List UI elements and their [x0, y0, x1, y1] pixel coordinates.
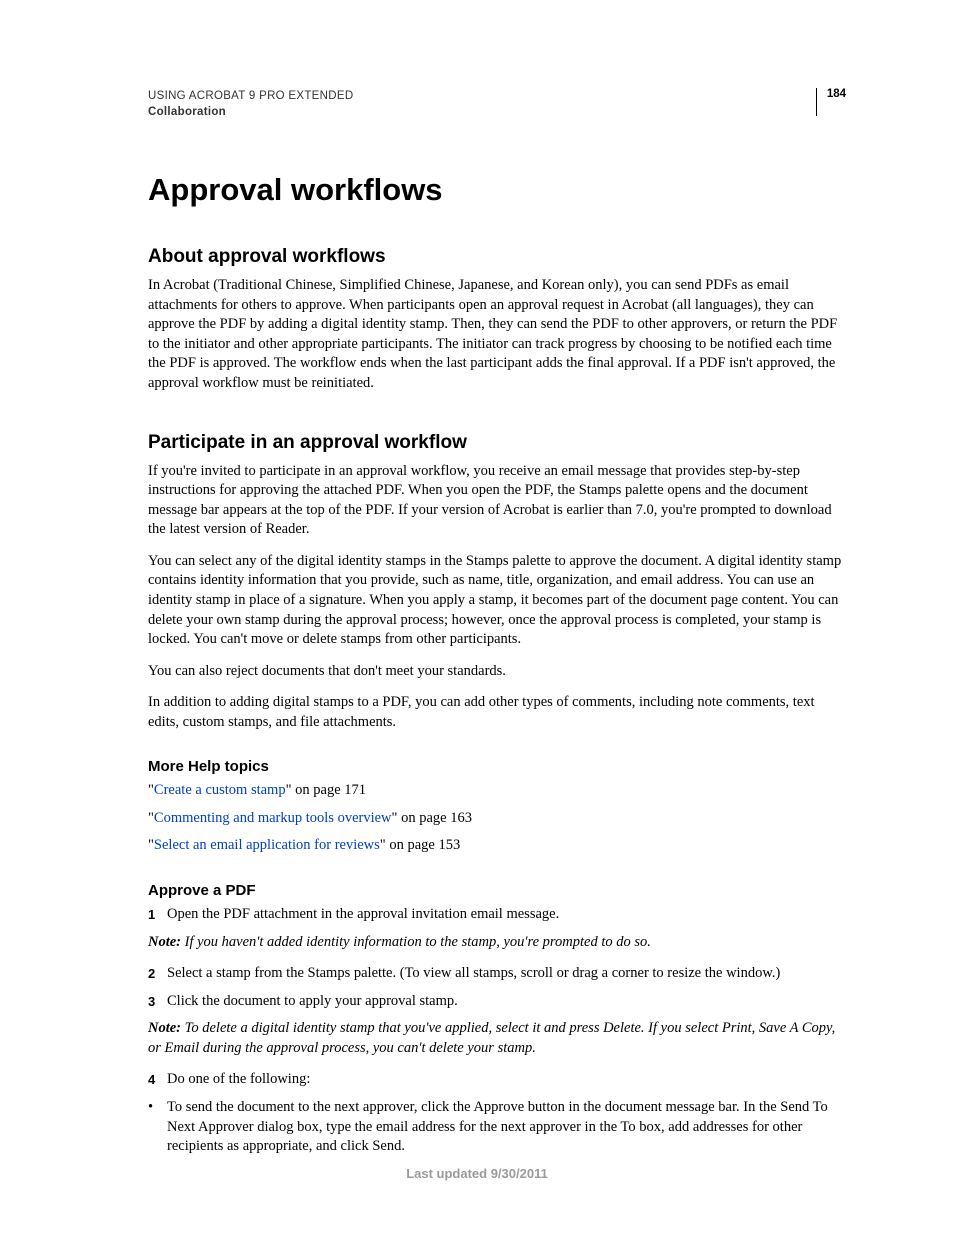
bullet-text: To send the document to the next approve… [167, 1098, 846, 1157]
body-text: In Acrobat (Traditional Chinese, Simplif… [148, 276, 846, 393]
xref-line: "Commenting and markup tools overview" o… [148, 809, 846, 829]
header-left: USING ACROBAT 9 PRO EXTENDED Collaborati… [148, 88, 353, 120]
body-text: You can select any of the digital identi… [148, 552, 846, 650]
heading-more-help: More Help topics [148, 758, 846, 775]
step-number: 1 [148, 905, 167, 925]
page-number: 184 [816, 88, 846, 116]
xref-suffix: " on page 171 [286, 782, 366, 798]
note-body: If you haven't added identity informatio… [181, 934, 651, 950]
xref-suffix: " on page 153 [380, 837, 460, 853]
xref-link[interactable]: Create a custom stamp [154, 782, 286, 798]
note-label: Note: [148, 934, 181, 950]
step-text: Open the PDF attachment in the approval … [167, 905, 846, 925]
step-number: 4 [148, 1070, 167, 1090]
note-text: Note: To delete a digital identity stamp… [148, 1019, 846, 1058]
note-label: Note: [148, 1020, 181, 1036]
xref-suffix: " on page 163 [392, 810, 472, 826]
xref-line: "Select an email application for reviews… [148, 836, 846, 856]
heading-about: About approval workflows [148, 246, 846, 268]
heading-participate: Participate in an approval workflow [148, 432, 846, 454]
step-text: Click the document to apply your approva… [167, 992, 846, 1012]
page-header: USING ACROBAT 9 PRO EXTENDED Collaborati… [148, 88, 846, 120]
xref-link[interactable]: Select an email application for reviews [154, 837, 380, 853]
step-row: 4 Do one of the following: [148, 1070, 846, 1090]
bullet-row: • To send the document to the next appro… [148, 1098, 846, 1157]
step-text: Select a stamp from the Stamps palette. … [167, 964, 846, 984]
heading-approve: Approve a PDF [148, 882, 846, 899]
footer-updated: Last updated 9/30/2011 [0, 1166, 954, 1181]
step-number: 3 [148, 992, 167, 1012]
note-body: To delete a digital identity stamp that … [148, 1020, 835, 1056]
note-text: Note: If you haven't added identity info… [148, 933, 846, 953]
body-text: If you're invited to participate in an a… [148, 462, 846, 540]
step-row: 3 Click the document to apply your appro… [148, 992, 846, 1012]
body-text: You can also reject documents that don't… [148, 662, 846, 682]
body-text: In addition to adding digital stamps to … [148, 693, 846, 732]
page-title: Approval workflows [148, 172, 846, 208]
step-row: 1 Open the PDF attachment in the approva… [148, 905, 846, 925]
step-row: 2 Select a stamp from the Stamps palette… [148, 964, 846, 984]
step-number: 2 [148, 964, 167, 984]
document-page: USING ACROBAT 9 PRO EXTENDED Collaborati… [0, 0, 954, 1235]
step-text: Do one of the following: [167, 1070, 846, 1090]
xref-line: "Create a custom stamp" on page 171 [148, 781, 846, 801]
xref-link[interactable]: Commenting and markup tools overview [154, 810, 392, 826]
bullet-icon: • [148, 1098, 167, 1157]
doc-title: USING ACROBAT 9 PRO EXTENDED [148, 88, 353, 104]
doc-section: Collaboration [148, 104, 353, 120]
